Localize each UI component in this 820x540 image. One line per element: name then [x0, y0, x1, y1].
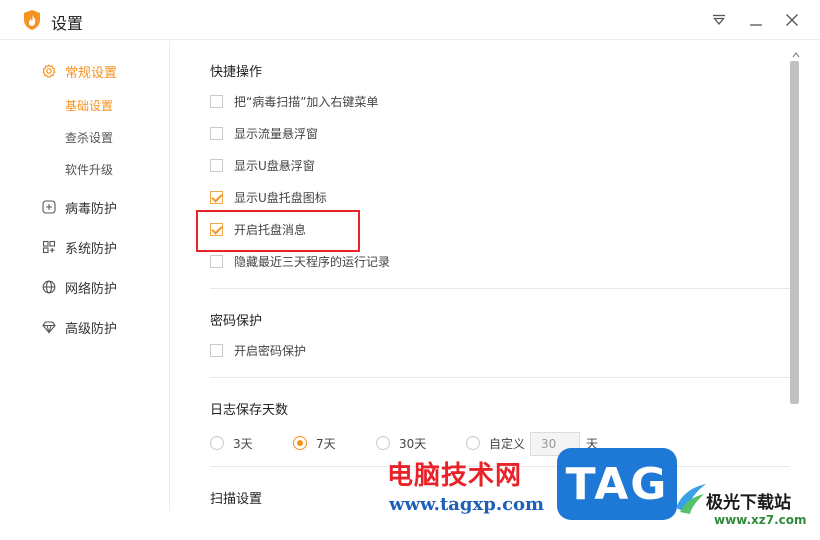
radio-30-days[interactable]: 30天 — [376, 432, 426, 454]
divider — [210, 377, 790, 378]
title-bar: 设置 — [0, 0, 820, 40]
radio-custom-days[interactable]: 自定义 — [466, 432, 525, 454]
radio-label: 30天 — [399, 436, 427, 451]
dropdown-icon[interactable] — [709, 10, 729, 30]
option-traffic-float-window[interactable]: 显示流量悬浮窗 — [210, 125, 318, 141]
option-label: 把“病毒扫描”加入右键菜单 — [234, 94, 379, 109]
checkbox[interactable] — [210, 343, 223, 357]
watermark-site-name: 极光下载站 — [706, 493, 791, 513]
window-title: 设置 — [51, 14, 84, 33]
radio-3-days[interactable]: 3天 — [210, 432, 253, 454]
sidebar-subitem-basic-settings[interactable]: 基础设置 — [65, 97, 113, 115]
sidebar: 常规设置 基础设置 查杀设置 软件升级 病毒防护 系统防护 网络防护 高级防护 — [0, 41, 170, 511]
option-usb-tray-icon[interactable]: 显示U盘托盘图标 — [210, 189, 327, 205]
option-label: 显示流量悬浮窗 — [234, 126, 319, 141]
radio-button[interactable] — [376, 436, 390, 450]
sidebar-item-general-settings[interactable]: 常规设置 — [42, 60, 117, 82]
section-title-scan-settings: 扫描设置 — [210, 492, 263, 507]
watermark-tag-logo: TAG — [557, 448, 677, 520]
aurora-logo-icon — [676, 484, 706, 514]
checkbox-checked[interactable] — [210, 222, 223, 236]
section-title-log-days: 日志保存天数 — [210, 403, 289, 418]
radio-7-days[interactable]: 7天 — [293, 432, 336, 454]
radio-label: 3天 — [233, 436, 253, 451]
radio-button[interactable] — [210, 436, 224, 450]
watermark-text: 电脑技术网 — [387, 461, 523, 491]
shield-flame-logo-icon — [24, 10, 40, 30]
sidebar-item-advanced-protection[interactable]: 高级防护 — [42, 316, 117, 338]
checkbox-checked[interactable] — [210, 190, 223, 204]
watermark-url: www.tagxp.com — [389, 494, 545, 515]
divider — [210, 288, 790, 289]
sidebar-item-label: 网络防护 — [65, 281, 118, 297]
sidebar-item-label: 常规设置 — [65, 65, 118, 81]
watermark-site-url: www.xz7.com — [714, 513, 807, 527]
sidebar-item-network-protection[interactable]: 网络防护 — [42, 276, 117, 298]
checkbox[interactable] — [210, 94, 223, 108]
option-add-scan-to-context-menu[interactable]: 把“病毒扫描”加入右键菜单 — [210, 93, 378, 109]
watermark-tag-text: TAG — [565, 458, 669, 510]
globe-icon — [42, 280, 56, 294]
checkbox[interactable] — [210, 254, 223, 268]
radio-label: 自定义 — [489, 436, 526, 451]
option-enable-tray-messages[interactable]: 开启托盘消息 — [210, 221, 306, 237]
checkbox[interactable] — [210, 158, 223, 172]
checkbox[interactable] — [210, 126, 223, 140]
sidebar-item-system-protection[interactable]: 系统防护 — [42, 236, 117, 258]
plus-square-icon — [42, 200, 56, 214]
sidebar-subitem-scan-settings[interactable]: 查杀设置 — [65, 129, 113, 147]
sidebar-item-label: 高级防护 — [65, 321, 118, 337]
diamond-icon — [42, 320, 56, 334]
scroll-up-arrow-icon[interactable] — [792, 51, 800, 59]
scrollbar-thumb[interactable] — [790, 61, 799, 404]
section-title-password: 密码保护 — [210, 314, 263, 329]
option-hide-recent-run-records[interactable]: 隐藏最近三天程序的运行记录 — [210, 253, 390, 269]
option-enable-password-protection[interactable]: 开启密码保护 — [210, 342, 306, 358]
minimize-icon[interactable] — [746, 10, 766, 30]
option-label: 显示U盘托盘图标 — [234, 190, 327, 205]
option-label: 隐藏最近三天程序的运行记录 — [234, 254, 391, 269]
radio-button[interactable] — [466, 436, 480, 450]
radio-label: 7天 — [316, 436, 336, 451]
section-title-quick-ops: 快捷操作 — [210, 65, 263, 80]
option-label: 显示U盘悬浮窗 — [234, 158, 315, 173]
grid-icon — [42, 240, 56, 254]
option-label: 开启托盘消息 — [234, 222, 307, 237]
sidebar-item-label: 病毒防护 — [65, 201, 118, 217]
sidebar-subitem-software-upgrade[interactable]: 软件升级 — [65, 161, 113, 179]
sidebar-item-virus-protection[interactable]: 病毒防护 — [42, 196, 117, 218]
option-usb-float-window[interactable]: 显示U盘悬浮窗 — [210, 157, 315, 173]
radio-button-selected[interactable] — [293, 436, 307, 450]
option-label: 开启密码保护 — [234, 343, 307, 358]
gear-icon — [42, 64, 56, 78]
close-icon[interactable] — [782, 10, 802, 30]
sidebar-item-label: 系统防护 — [65, 241, 118, 257]
